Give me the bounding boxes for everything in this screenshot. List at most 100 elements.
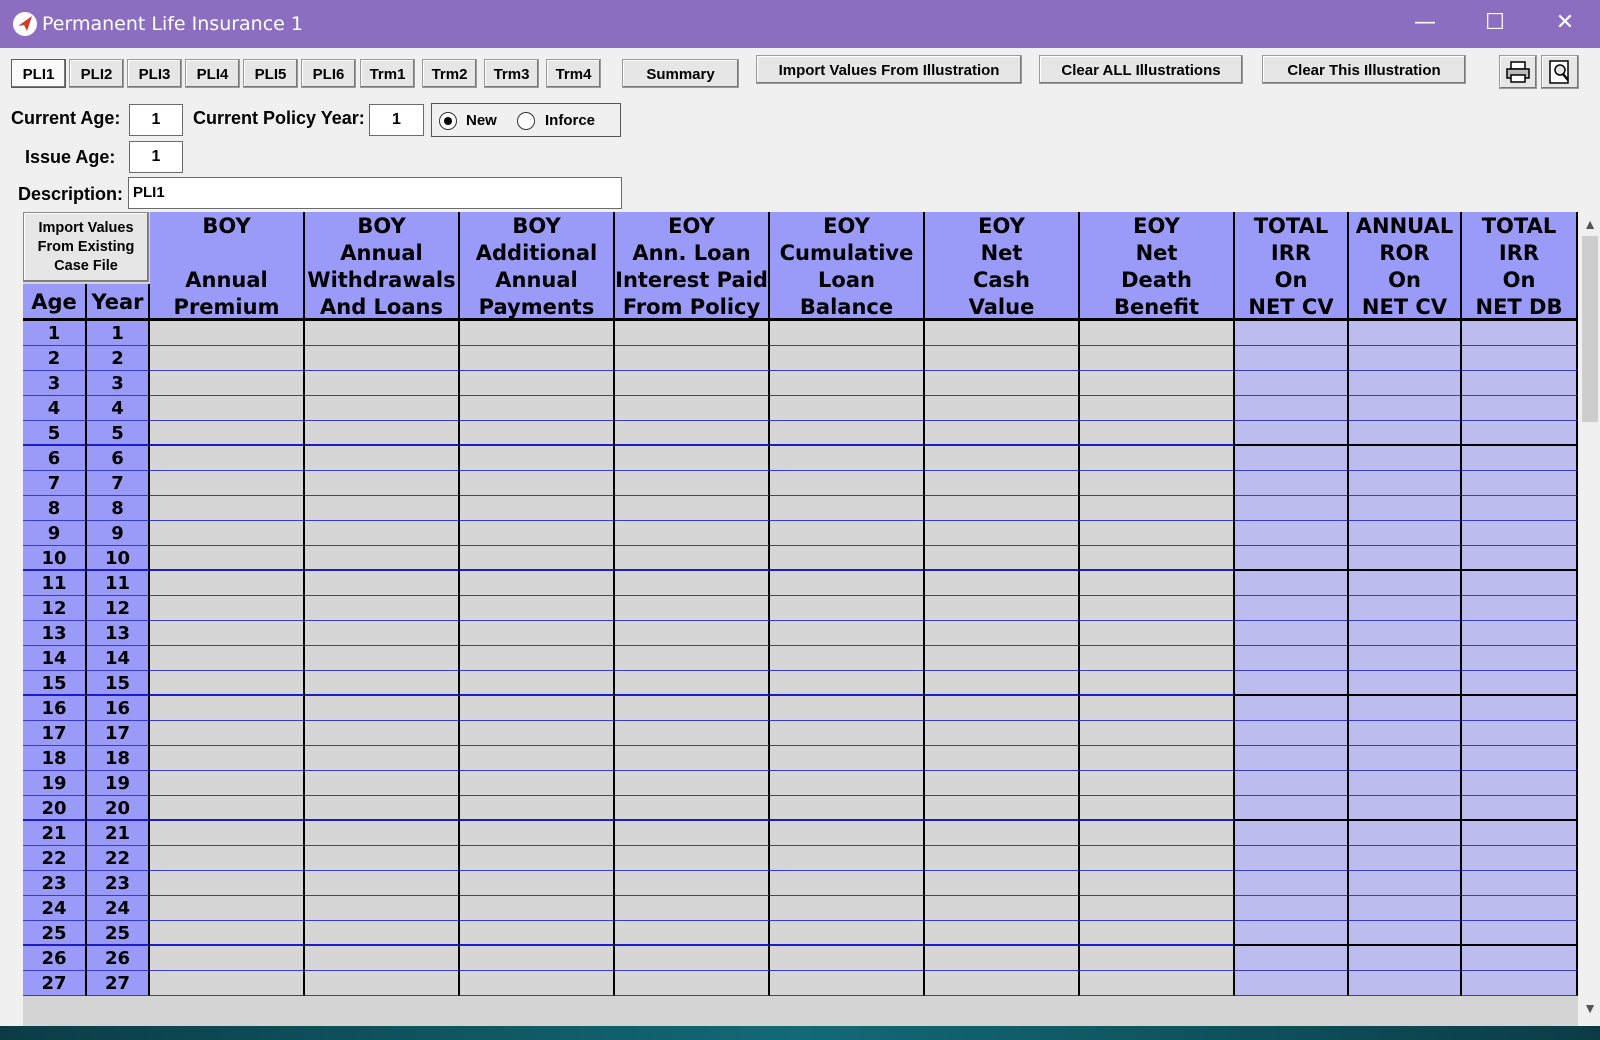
input-cell[interactable] — [770, 596, 925, 621]
input-cell[interactable] — [770, 496, 925, 521]
input-cell[interactable] — [615, 696, 770, 721]
input-cell[interactable] — [925, 496, 1080, 521]
input-cell[interactable] — [150, 871, 305, 896]
input-cell[interactable] — [770, 721, 925, 746]
input-cell[interactable] — [770, 446, 925, 471]
input-cell[interactable] — [1080, 646, 1235, 671]
description-input[interactable]: PLI1 — [128, 177, 622, 209]
input-cell[interactable] — [460, 696, 615, 721]
import-values-button[interactable]: Import Values From Illustration — [756, 55, 1022, 84]
input-cell[interactable] — [305, 846, 460, 871]
status-new-radio[interactable] — [439, 112, 457, 130]
input-cell[interactable] — [770, 346, 925, 371]
input-cell[interactable] — [305, 396, 460, 421]
input-cell[interactable] — [770, 971, 925, 996]
input-cell[interactable] — [615, 396, 770, 421]
input-cell[interactable] — [615, 746, 770, 771]
input-cell[interactable] — [460, 346, 615, 371]
tab-trm1[interactable]: Trm1 — [360, 59, 415, 88]
input-cell[interactable] — [770, 671, 925, 696]
input-cell[interactable] — [1080, 971, 1235, 996]
input-cell[interactable] — [925, 921, 1080, 946]
print-button[interactable] — [1499, 55, 1537, 89]
input-cell[interactable] — [925, 771, 1080, 796]
input-cell[interactable] — [925, 321, 1080, 346]
vertical-scrollbar[interactable]: ▲ ▼ — [1580, 212, 1600, 1026]
input-cell[interactable] — [305, 421, 460, 446]
input-cell[interactable] — [460, 721, 615, 746]
input-cell[interactable] — [305, 696, 460, 721]
input-cell[interactable] — [925, 946, 1080, 971]
input-cell[interactable] — [925, 446, 1080, 471]
input-cell[interactable] — [925, 346, 1080, 371]
input-cell[interactable] — [1080, 421, 1235, 446]
input-cell[interactable] — [150, 546, 305, 571]
input-cell[interactable] — [925, 846, 1080, 871]
input-cell[interactable] — [770, 771, 925, 796]
input-cell[interactable] — [305, 721, 460, 746]
input-cell[interactable] — [1080, 771, 1235, 796]
input-cell[interactable] — [925, 471, 1080, 496]
input-cell[interactable] — [770, 696, 925, 721]
tab-pli2[interactable]: PLI2 — [69, 59, 124, 88]
input-cell[interactable] — [150, 346, 305, 371]
input-cell[interactable] — [305, 596, 460, 621]
input-cell[interactable] — [150, 896, 305, 921]
input-cell[interactable] — [460, 321, 615, 346]
input-cell[interactable] — [460, 946, 615, 971]
input-cell[interactable] — [925, 621, 1080, 646]
input-cell[interactable] — [615, 946, 770, 971]
input-cell[interactable] — [925, 396, 1080, 421]
input-cell[interactable] — [615, 896, 770, 921]
input-cell[interactable] — [925, 871, 1080, 896]
input-cell[interactable] — [925, 546, 1080, 571]
input-cell[interactable] — [305, 521, 460, 546]
input-cell[interactable] — [150, 746, 305, 771]
input-cell[interactable] — [1080, 821, 1235, 846]
input-cell[interactable] — [770, 321, 925, 346]
input-cell[interactable] — [925, 971, 1080, 996]
input-cell[interactable] — [1080, 446, 1235, 471]
input-cell[interactable] — [615, 921, 770, 946]
input-cell[interactable] — [615, 346, 770, 371]
tab-pli6[interactable]: PLI6 — [301, 59, 356, 88]
input-cell[interactable] — [150, 396, 305, 421]
input-cell[interactable] — [615, 521, 770, 546]
input-cell[interactable] — [150, 646, 305, 671]
input-cell[interactable] — [460, 371, 615, 396]
scroll-thumb[interactable] — [1582, 236, 1598, 422]
input-cell[interactable] — [770, 871, 925, 896]
print-preview-button[interactable] — [1541, 55, 1579, 89]
input-cell[interactable] — [1080, 321, 1235, 346]
input-cell[interactable] — [925, 896, 1080, 921]
input-cell[interactable] — [460, 821, 615, 846]
input-cell[interactable] — [1080, 696, 1235, 721]
input-cell[interactable] — [150, 421, 305, 446]
input-cell[interactable] — [925, 571, 1080, 596]
input-cell[interactable] — [1080, 746, 1235, 771]
tab-pli5[interactable]: PLI5 — [243, 59, 298, 88]
tab-pli4[interactable]: PLI4 — [185, 59, 240, 88]
input-cell[interactable] — [460, 971, 615, 996]
input-cell[interactable] — [150, 571, 305, 596]
input-cell[interactable] — [305, 746, 460, 771]
input-cell[interactable] — [770, 396, 925, 421]
status-inforce-radio[interactable] — [517, 112, 535, 130]
input-cell[interactable] — [770, 921, 925, 946]
input-cell[interactable] — [770, 796, 925, 821]
input-cell[interactable] — [925, 696, 1080, 721]
input-cell[interactable] — [305, 371, 460, 396]
input-cell[interactable] — [460, 771, 615, 796]
input-cell[interactable] — [460, 921, 615, 946]
input-cell[interactable] — [305, 621, 460, 646]
input-cell[interactable] — [1080, 521, 1235, 546]
input-cell[interactable] — [460, 496, 615, 521]
clear-this-button[interactable]: Clear This Illustration — [1262, 55, 1466, 84]
input-cell[interactable] — [615, 496, 770, 521]
input-cell[interactable] — [615, 596, 770, 621]
input-cell[interactable] — [615, 721, 770, 746]
input-cell[interactable] — [460, 471, 615, 496]
input-cell[interactable] — [1080, 546, 1235, 571]
input-cell[interactable] — [925, 671, 1080, 696]
input-cell[interactable] — [770, 896, 925, 921]
